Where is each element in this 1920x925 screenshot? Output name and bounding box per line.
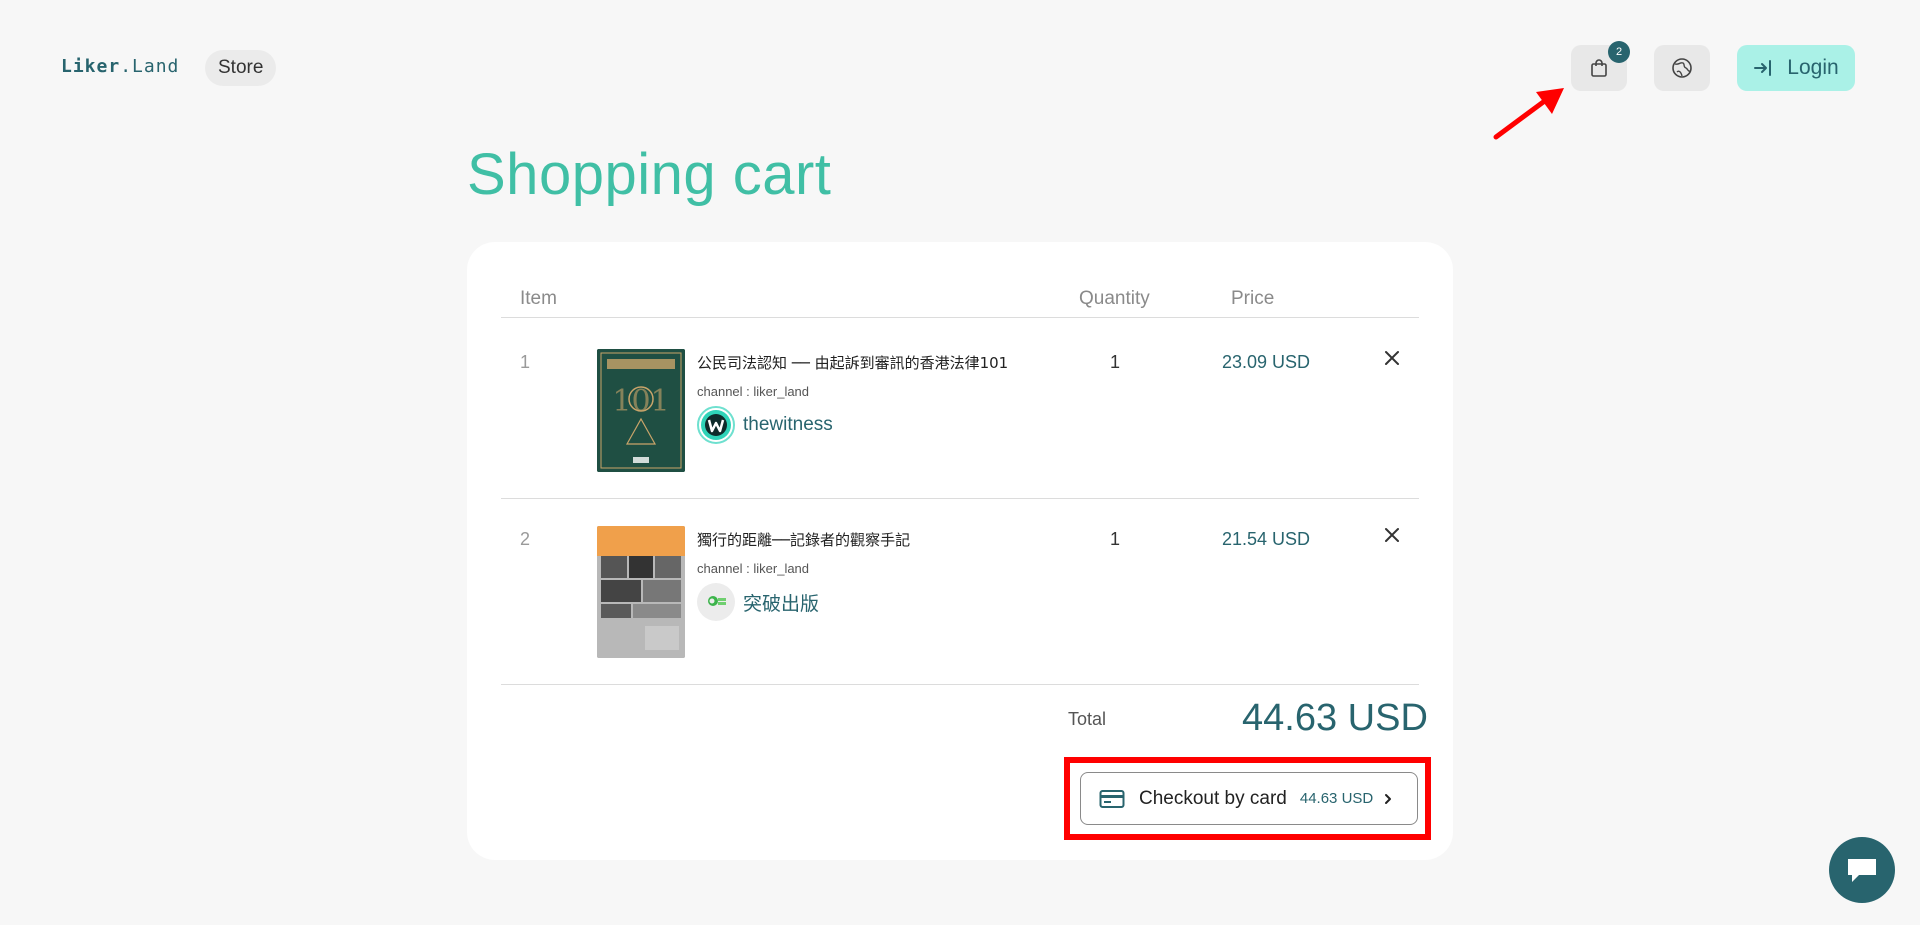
login-button[interactable]: Login (1737, 45, 1855, 91)
store-link[interactable]: Store (205, 50, 277, 86)
shopping-bag-icon (1591, 59, 1607, 77)
remove-item-button[interactable] (1380, 346, 1404, 370)
book-cover[interactable] (597, 526, 685, 658)
checkout-label: Checkout by card (1139, 787, 1287, 809)
row-index: 2 (520, 529, 531, 549)
price-value: 21.54 USD (1222, 529, 1311, 549)
login-label: Login (1787, 56, 1839, 79)
credit-card-icon (1099, 789, 1125, 808)
row-index: 1 (520, 352, 531, 372)
column-header-price: Price (1231, 288, 1275, 309)
price-value: 23.09 USD (1222, 352, 1311, 372)
cart-button[interactable]: 2 (1571, 41, 1630, 91)
column-header-item: Item (520, 288, 557, 309)
chevron-right-icon (1385, 793, 1392, 804)
book-cover[interactable]: 101 (597, 349, 685, 472)
close-icon (1385, 528, 1399, 542)
quantity-value: 1 (1110, 529, 1121, 549)
svg-text:101: 101 (612, 384, 669, 419)
logo-subtext: Land (132, 56, 180, 77)
liker-land-logo[interactable]: Liker.Land (61, 56, 179, 77)
author-name: 突破出版 (743, 593, 820, 615)
globe-icon (1672, 58, 1692, 78)
checkout-price: 44.63 USD (1299, 790, 1374, 807)
logo-dot: . (120, 56, 133, 77)
channel-text: channel : liker_land (697, 561, 810, 576)
total-label: Total (1068, 709, 1107, 729)
cart-count-badge: 2 (1608, 41, 1630, 63)
author-link[interactable]: 突破出版 (697, 583, 819, 621)
page-title: Shopping cart (467, 142, 832, 207)
remove-item-button[interactable] (1380, 523, 1404, 547)
logo-text: Liker (61, 56, 121, 77)
quantity-value: 1 (1110, 352, 1121, 372)
author-name: thewitness (743, 414, 833, 435)
channel-text: channel : liker_land (697, 384, 810, 399)
book-cover-art: 101 (597, 349, 685, 472)
witness-logo-icon (701, 410, 731, 440)
table-header: Item Quantity Price (501, 288, 1419, 318)
author-link[interactable]: thewitness (697, 406, 833, 444)
checkout-by-card-button[interactable]: Checkout by card 44.63 USD (1080, 772, 1418, 825)
author-avatar (697, 583, 735, 621)
total-value: 44.63 USD (1242, 697, 1428, 739)
author-avatar (697, 406, 735, 444)
close-icon (1385, 351, 1399, 365)
publisher-logo-icon (708, 596, 726, 606)
chat-icon (1848, 859, 1876, 882)
table-row: 1 101 公民司法認知 ── 由起訴到審訊的香港法律101 channel :… (501, 322, 1419, 499)
login-arrow-icon (1754, 60, 1772, 76)
language-button[interactable] (1654, 45, 1710, 91)
column-header-quantity: Quantity (1079, 288, 1150, 309)
red-pointer-arrow (1493, 88, 1564, 140)
top-header: Liker.Land Store 2 Login (0, 0, 1920, 136)
book-title-link[interactable]: 公民司法認知 ── 由起訴到審訊的香港法律101 (697, 352, 1008, 373)
book-cover-art (597, 526, 685, 658)
table-row: 2 獨行的距離──記錄者的觀察手記 channel : liker_land 突… (501, 499, 1419, 685)
book-title-link[interactable]: 獨行的距離──記錄者的觀察手記 (697, 529, 910, 550)
chat-button[interactable] (1829, 837, 1895, 903)
